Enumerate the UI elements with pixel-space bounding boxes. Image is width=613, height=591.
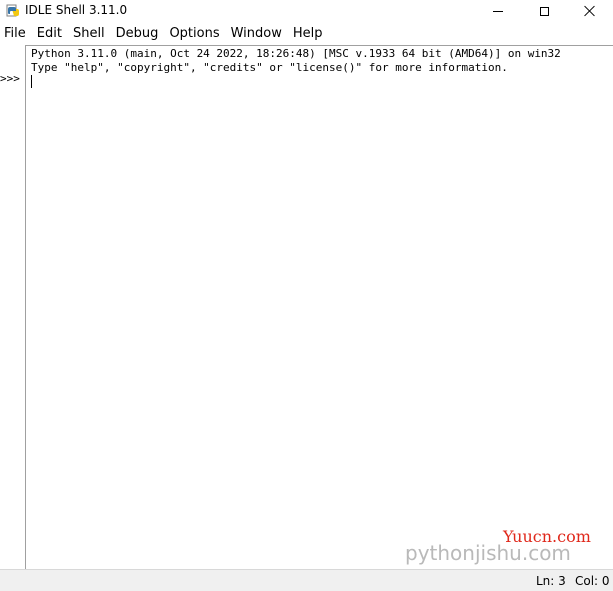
window-title: IDLE Shell 3.11.0 [25, 3, 128, 17]
menu-bar: File Edit Shell Debug Options Window Hel… [0, 24, 613, 44]
menu-shell[interactable]: Shell [68, 24, 111, 44]
python-idle-icon [6, 3, 20, 17]
menu-options[interactable]: Options [164, 24, 225, 44]
status-bar: Ln: 3 Col: 0 [0, 569, 613, 591]
shell-prompt: >>> [0, 72, 20, 85]
text-cursor [31, 75, 32, 88]
menu-window[interactable]: Window [226, 24, 288, 44]
shell-text-area[interactable]: Python 3.11.0 (main, Oct 24 2022, 18:26:… [25, 45, 613, 569]
menu-file[interactable]: File [0, 24, 32, 44]
status-column-number: Col: 0 [575, 574, 610, 588]
close-button[interactable] [567, 0, 613, 22]
minimize-icon [493, 10, 503, 12]
menu-debug[interactable]: Debug [111, 24, 165, 44]
menu-help[interactable]: Help [288, 24, 329, 44]
menu-edit[interactable]: Edit [32, 24, 68, 44]
banner-line-help: Type "help", "copyright", "credits" or "… [31, 61, 508, 74]
watermark-pythonjishu: pythonjishu.com [405, 541, 571, 565]
title-bar[interactable]: IDLE Shell 3.11.0 [0, 0, 613, 22]
maximize-button[interactable] [521, 0, 567, 22]
idle-shell-window: IDLE Shell 3.11.0 File Edit Shell Debug … [0, 0, 613, 591]
minimize-button[interactable] [475, 0, 521, 22]
prompt-gutter: >>> [0, 45, 24, 569]
status-line-number: Ln: 3 [536, 574, 566, 588]
maximize-icon [539, 6, 549, 16]
close-icon [584, 5, 596, 17]
banner-line-version: Python 3.11.0 (main, Oct 24 2022, 18:26:… [31, 47, 561, 60]
